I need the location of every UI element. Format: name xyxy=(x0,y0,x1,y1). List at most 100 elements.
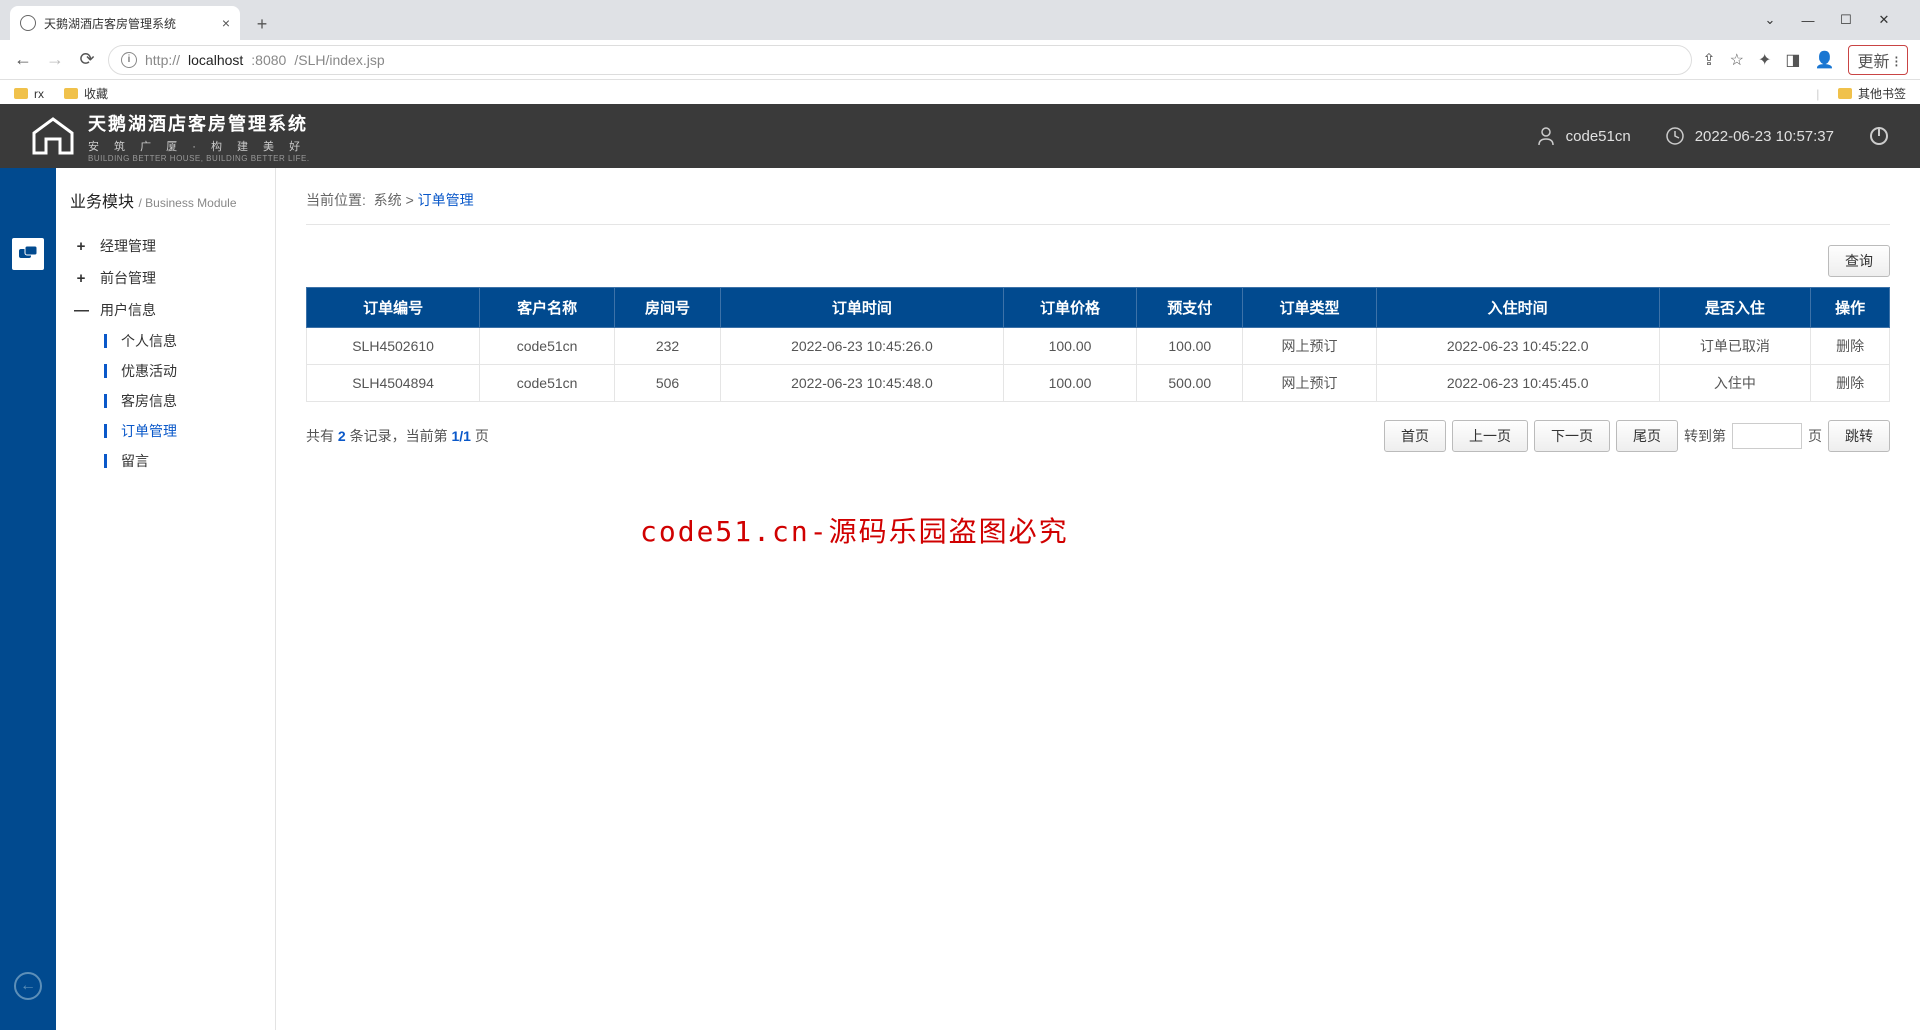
table-header: 客户名称 xyxy=(480,288,615,328)
breadcrumb-system[interactable]: 系统 xyxy=(374,192,402,208)
sidebar-subitem-label: 订单管理 xyxy=(121,421,177,441)
logo-icon xyxy=(30,115,76,157)
sidebar-title: 业务模块 / Business Module xyxy=(70,188,261,212)
table-cell: 2022-06-23 10:45:22.0 xyxy=(1376,328,1659,365)
user-info[interactable]: code51cn xyxy=(1536,126,1631,146)
tab-title: 天鹅湖酒店客房管理系统 xyxy=(44,15,176,32)
sidebar-item[interactable]: — 用户信息 xyxy=(70,294,261,326)
browser-tab[interactable]: 天鹅湖酒店客房管理系统 × xyxy=(10,6,240,40)
table-row: SLH4502610code51cn2322022-06-23 10:45:26… xyxy=(307,328,1890,365)
delete-action[interactable]: 删除 xyxy=(1811,365,1890,402)
app-title: 天鹅湖酒店客房管理系统 xyxy=(88,110,310,136)
folder-icon xyxy=(14,88,28,99)
table-row: SLH4504894code51cn5062022-06-23 10:45:48… xyxy=(307,365,1890,402)
close-icon[interactable]: × xyxy=(222,15,230,31)
panel-icon[interactable]: ◨ xyxy=(1785,50,1800,70)
table-cell: 2022-06-23 10:45:48.0 xyxy=(721,365,1004,402)
table-cell: 500.00 xyxy=(1137,365,1243,402)
close-window-icon[interactable]: ✕ xyxy=(1872,12,1896,28)
username: code51cn xyxy=(1566,128,1631,145)
app-subtitle-en: BUILDING BETTER HOUSE, BUILDING BETTER L… xyxy=(88,154,310,163)
minimize-icon[interactable]: — xyxy=(1796,13,1820,28)
new-tab-button[interactable]: + xyxy=(248,10,276,40)
breadcrumb: 当前位置: 系统 > 订单管理 xyxy=(306,190,1890,225)
info-icon[interactable]: i xyxy=(121,52,137,68)
first-page-button[interactable]: 首页 xyxy=(1384,420,1446,452)
jump-button[interactable]: 跳转 xyxy=(1828,420,1890,452)
table-cell: 2022-06-23 10:45:26.0 xyxy=(721,328,1004,365)
main-content: 当前位置: 系统 > 订单管理 查询 订单编号客户名称房间号订单时间订单价格预支… xyxy=(276,168,1920,1030)
tab-bar: 天鹅湖酒店客房管理系统 × + ⌄ — ☐ ✕ xyxy=(0,0,1920,40)
sidebar-subitem-label: 客房信息 xyxy=(121,391,177,411)
dropdown-icon[interactable]: ⌄ xyxy=(1758,12,1782,28)
sidebar-subitem[interactable]: 留言 xyxy=(70,446,261,476)
sidebar-subitem[interactable]: 客房信息 xyxy=(70,386,261,416)
table-cell: 入住中 xyxy=(1659,365,1811,402)
module-icon[interactable] xyxy=(12,238,44,270)
star-icon[interactable]: ☆ xyxy=(1730,50,1744,70)
url-prefix: http:// xyxy=(145,52,180,68)
expand-icon: — xyxy=(74,302,88,319)
table-cell: 100.00 xyxy=(1003,328,1136,365)
folder-icon xyxy=(1838,88,1852,99)
table-cell: 2022-06-23 10:45:45.0 xyxy=(1376,365,1659,402)
table-cell: code51cn xyxy=(480,365,615,402)
profile-icon[interactable]: 👤 xyxy=(1815,50,1835,70)
pager: 共有 2 条记录，当前第 1/1 页 首页 上一页 下一页 尾页 转到第 页 跳… xyxy=(306,420,1890,452)
url-host: localhost xyxy=(188,52,243,68)
table-header: 操作 xyxy=(1811,288,1890,328)
sidebar-item[interactable]: +前台管理 xyxy=(70,262,261,294)
query-button[interactable]: 查询 xyxy=(1828,245,1890,277)
extension-icon[interactable]: ✦ xyxy=(1758,50,1771,70)
bookmark-rx[interactable]: rx xyxy=(14,87,44,101)
sidebar-item-label: 用户信息 xyxy=(100,300,156,320)
app-subtitle: 安 筑 广 厦 · 构 建 美 好 xyxy=(88,138,310,154)
expand-icon: + xyxy=(74,238,88,255)
table-cell: 506 xyxy=(614,365,720,402)
globe-icon xyxy=(20,15,36,31)
logout-button[interactable] xyxy=(1868,125,1890,147)
goto-page-input[interactable] xyxy=(1732,423,1802,449)
table-header: 订单类型 xyxy=(1243,288,1376,328)
update-button[interactable]: 更新 ⁝ xyxy=(1848,45,1908,75)
power-icon xyxy=(1868,125,1890,147)
sidebar: 业务模块 / Business Module + 经理管理 +前台管理 — 用户信息个人… xyxy=(56,168,276,1030)
table-cell: 网上预订 xyxy=(1243,328,1376,365)
next-page-button[interactable]: 下一页 xyxy=(1534,420,1610,452)
table-cell: code51cn xyxy=(480,328,615,365)
window-controls: ⌄ — ☐ ✕ xyxy=(1758,0,1910,40)
folder-icon xyxy=(64,88,78,99)
url-input[interactable]: i http://localhost:8080/SLH/index.jsp xyxy=(108,45,1692,75)
address-bar: ← → ⟳ i http://localhost:8080/SLH/index.… xyxy=(0,40,1920,80)
url-path: /SLH/index.jsp xyxy=(294,52,384,68)
table-cell: 100.00 xyxy=(1137,328,1243,365)
orders-table: 订单编号客户名称房间号订单时间订单价格预支付订单类型入住时间是否入住操作 SLH… xyxy=(306,287,1890,402)
table-cell: SLH4504894 xyxy=(307,365,480,402)
sidebar-subitem[interactable]: 优惠活动 xyxy=(70,356,261,386)
sidebar-item[interactable]: + 经理管理 xyxy=(70,230,261,262)
share-icon[interactable]: ⇪ xyxy=(1702,50,1715,70)
app-body: ← 业务模块 / Business Module + 经理管理 +前台管理 — 用户信息… xyxy=(0,168,1920,1030)
forward-icon[interactable]: → xyxy=(44,49,66,70)
sidebar-subitem-label: 留言 xyxy=(121,451,149,471)
delete-action[interactable]: 删除 xyxy=(1811,328,1890,365)
table-cell: 网上预订 xyxy=(1243,365,1376,402)
prev-page-button[interactable]: 上一页 xyxy=(1452,420,1528,452)
sidebar-subitem[interactable]: 个人信息 xyxy=(70,326,261,356)
maximize-icon[interactable]: ☐ xyxy=(1834,12,1858,28)
app-logo: 天鹅湖酒店客房管理系统 安 筑 广 厦 · 构 建 美 好 BUILDING B… xyxy=(30,110,310,163)
bookmark-fav[interactable]: 收藏 xyxy=(64,85,108,102)
last-page-button[interactable]: 尾页 xyxy=(1616,420,1678,452)
bookmark-other[interactable]: | 其他书签 xyxy=(1816,85,1906,102)
datetime-display: 2022-06-23 10:57:37 xyxy=(1665,126,1834,146)
sidebar-subitem[interactable]: 订单管理 xyxy=(70,416,261,446)
sidebar-item-label: 经理管理 xyxy=(100,236,156,256)
table-header: 订单时间 xyxy=(721,288,1004,328)
goto-label: 转到第 xyxy=(1684,426,1726,446)
breadcrumb-current: 订单管理 xyxy=(418,192,474,208)
back-circle-icon[interactable]: ← xyxy=(14,972,42,1000)
reload-icon[interactable]: ⟳ xyxy=(76,49,98,70)
table-header: 预支付 xyxy=(1137,288,1243,328)
back-icon[interactable]: ← xyxy=(12,49,34,70)
left-rail: ← xyxy=(0,168,56,1030)
